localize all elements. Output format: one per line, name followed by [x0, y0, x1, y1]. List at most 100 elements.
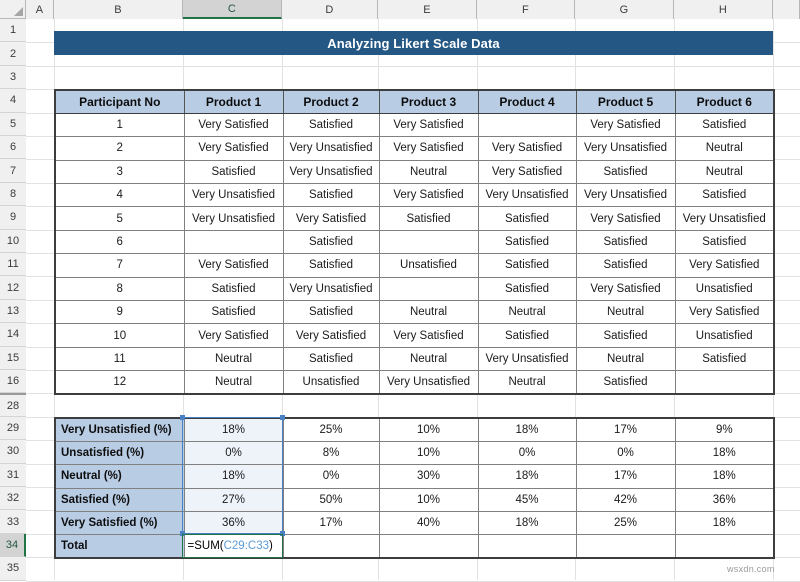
percentage-cell[interactable]: 27%: [184, 488, 283, 511]
likert-response-cell[interactable]: Very Satisfied: [379, 137, 478, 160]
percentage-cell[interactable]: 18%: [478, 512, 576, 535]
likert-response-cell[interactable]: Satisfied: [675, 184, 774, 207]
likert-response-cell[interactable]: Satisfied: [283, 301, 379, 324]
percentage-cell[interactable]: 17%: [283, 512, 379, 535]
likert-response-cell[interactable]: Satisfied: [675, 347, 774, 370]
row-header-8[interactable]: 8: [0, 183, 26, 206]
row-header-5[interactable]: 5: [0, 113, 26, 136]
row-header-30[interactable]: 30: [0, 440, 26, 463]
likert-response-cell[interactable]: [675, 371, 774, 394]
row-header-34[interactable]: 34: [0, 534, 26, 557]
likert-response-cell[interactable]: Neutral: [379, 160, 478, 183]
column-header-d[interactable]: D: [282, 0, 378, 19]
participant-number-cell[interactable]: 9: [55, 301, 184, 324]
percentage-cell[interactable]: 0%: [576, 441, 675, 464]
likert-response-cell[interactable]: Very Satisfied: [283, 324, 379, 347]
percentage-cell[interactable]: 10%: [379, 441, 478, 464]
percentage-cell[interactable]: 50%: [283, 488, 379, 511]
likert-response-cell[interactable]: Very Satisfied: [379, 324, 478, 347]
formula-cell[interactable]: =SUM(C29:C33): [184, 535, 283, 558]
percentage-cell[interactable]: [675, 535, 774, 558]
likert-response-cell[interactable]: Very Unsatisfied: [283, 137, 379, 160]
likert-response-cell[interactable]: Very Satisfied: [576, 277, 675, 300]
percentage-cell[interactable]: 18%: [478, 465, 576, 488]
summary-row-label[interactable]: Very Satisfied (%): [55, 512, 184, 535]
row-header-11[interactable]: 11: [0, 253, 26, 276]
percentage-cell[interactable]: [379, 535, 478, 558]
likert-response-cell[interactable]: Very Satisfied: [675, 254, 774, 277]
likert-response-cell[interactable]: [184, 230, 283, 253]
percentage-cell[interactable]: 18%: [478, 418, 576, 441]
likert-response-cell[interactable]: Very Unsatisfied: [478, 347, 576, 370]
percentage-cell[interactable]: 17%: [576, 465, 675, 488]
row-header-13[interactable]: 13: [0, 300, 26, 323]
likert-response-cell[interactable]: [379, 277, 478, 300]
participant-number-cell[interactable]: 1: [55, 113, 184, 136]
row-header-35[interactable]: 35: [0, 557, 26, 580]
likert-response-cell[interactable]: Satisfied: [478, 324, 576, 347]
row-header-4[interactable]: 4: [0, 89, 26, 112]
likert-response-cell[interactable]: Very Unsatisfied: [184, 207, 283, 230]
row-header-31[interactable]: 31: [0, 464, 26, 487]
likert-response-cell[interactable]: Neutral: [576, 301, 675, 324]
row-header-6[interactable]: 6: [0, 136, 26, 159]
likert-response-cell[interactable]: Neutral: [675, 160, 774, 183]
summary-row-label[interactable]: Satisfied (%): [55, 488, 184, 511]
row-header-14[interactable]: 14: [0, 323, 26, 346]
percentage-cell[interactable]: 18%: [675, 465, 774, 488]
column-header-h[interactable]: H: [674, 0, 773, 19]
percentage-cell[interactable]: 36%: [675, 488, 774, 511]
row-header-9[interactable]: 9: [0, 206, 26, 229]
likert-response-cell[interactable]: Satisfied: [184, 160, 283, 183]
row-header-15[interactable]: 15: [0, 347, 26, 370]
likert-response-cell[interactable]: Very Satisfied: [184, 113, 283, 136]
percentage-cell[interactable]: 42%: [576, 488, 675, 511]
likert-response-cell[interactable]: [478, 113, 576, 136]
likert-response-cell[interactable]: Satisfied: [478, 254, 576, 277]
likert-response-cell[interactable]: [379, 230, 478, 253]
likert-response-cell[interactable]: Satisfied: [576, 254, 675, 277]
column-header-g[interactable]: G: [575, 0, 674, 19]
percentage-cell[interactable]: 0%: [184, 441, 283, 464]
likert-response-cell[interactable]: Satisfied: [675, 113, 774, 136]
row-header-1[interactable]: 1: [0, 19, 26, 42]
percentage-cell[interactable]: 10%: [379, 418, 478, 441]
likert-response-cell[interactable]: Neutral: [675, 137, 774, 160]
percentage-cell[interactable]: 0%: [478, 441, 576, 464]
likert-response-cell[interactable]: Satisfied: [576, 160, 675, 183]
likert-response-cell[interactable]: Satisfied: [283, 347, 379, 370]
column-header-a[interactable]: A: [26, 0, 54, 19]
likert-response-cell[interactable]: Satisfied: [576, 371, 675, 394]
likert-response-cell[interactable]: Very Satisfied: [478, 137, 576, 160]
participant-number-cell[interactable]: 5: [55, 207, 184, 230]
likert-response-cell[interactable]: Satisfied: [184, 301, 283, 324]
likert-response-cell[interactable]: Satisfied: [283, 254, 379, 277]
likert-response-cell[interactable]: Satisfied: [478, 207, 576, 230]
likert-response-cell[interactable]: Satisfied: [283, 113, 379, 136]
row-header-7[interactable]: 7: [0, 159, 26, 182]
row-header-12[interactable]: 12: [0, 276, 26, 299]
likert-response-cell[interactable]: Very Satisfied: [478, 160, 576, 183]
likert-response-cell[interactable]: Very Satisfied: [184, 324, 283, 347]
percentage-cell[interactable]: 18%: [184, 418, 283, 441]
likert-response-cell[interactable]: Very Unsatisfied: [184, 184, 283, 207]
participant-number-cell[interactable]: 2: [55, 137, 184, 160]
likert-response-cell[interactable]: Neutral: [379, 301, 478, 324]
likert-response-cell[interactable]: Unsatisfied: [675, 324, 774, 347]
likert-response-cell[interactable]: Neutral: [184, 347, 283, 370]
likert-response-cell[interactable]: Unsatisfied: [379, 254, 478, 277]
likert-response-cell[interactable]: Satisfied: [576, 230, 675, 253]
likert-response-cell[interactable]: Neutral: [184, 371, 283, 394]
column-header-f[interactable]: F: [477, 0, 575, 19]
likert-response-cell[interactable]: Neutral: [478, 371, 576, 394]
participant-number-cell[interactable]: 11: [55, 347, 184, 370]
column-header-c[interactable]: C: [183, 0, 282, 19]
participant-number-cell[interactable]: 12: [55, 371, 184, 394]
percentage-cell[interactable]: 18%: [675, 512, 774, 535]
column-header-e[interactable]: E: [378, 0, 477, 19]
percentage-cell[interactable]: 30%: [379, 465, 478, 488]
row-header-33[interactable]: 33: [0, 510, 26, 533]
column-header-b[interactable]: B: [54, 0, 183, 19]
percentage-cell[interactable]: 45%: [478, 488, 576, 511]
likert-response-cell[interactable]: Satisfied: [675, 230, 774, 253]
